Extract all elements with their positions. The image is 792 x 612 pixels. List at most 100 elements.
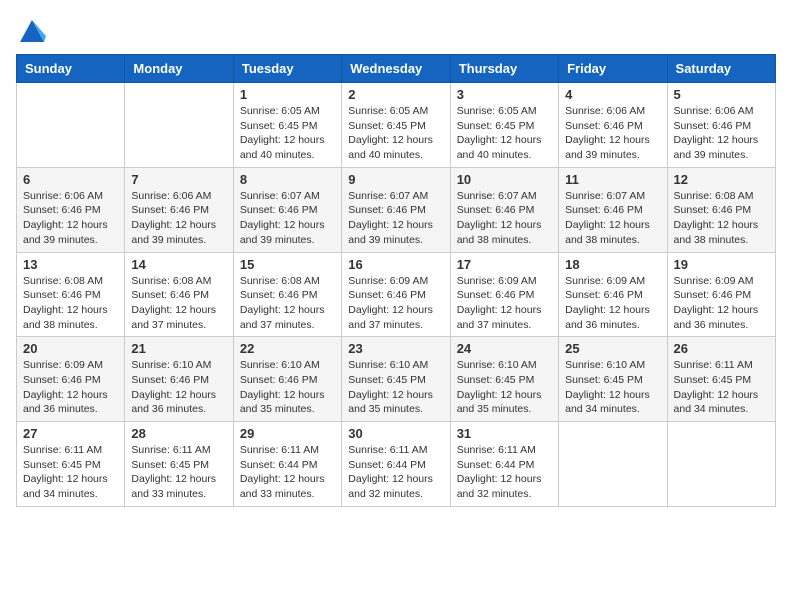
day-number: 9 [348, 172, 443, 187]
day-info: Sunrise: 6:11 AM Sunset: 6:45 PM Dayligh… [674, 358, 769, 417]
calendar-table: SundayMondayTuesdayWednesdayThursdayFrid… [16, 54, 776, 507]
day-info: Sunrise: 6:11 AM Sunset: 6:44 PM Dayligh… [240, 443, 335, 502]
calendar-day-cell: 19 Sunrise: 6:09 AM Sunset: 6:46 PM Dayli… [667, 252, 775, 337]
day-number: 16 [348, 257, 443, 272]
calendar-day-cell: 10 Sunrise: 6:07 AM Sunset: 6:46 PM Dayli… [450, 167, 558, 252]
calendar-day-cell: 8 Sunrise: 6:07 AM Sunset: 6:46 PM Daylig… [233, 167, 341, 252]
weekday-header: Thursday [450, 55, 558, 83]
day-number: 29 [240, 426, 335, 441]
day-number: 1 [240, 87, 335, 102]
day-info: Sunrise: 6:10 AM Sunset: 6:45 PM Dayligh… [348, 358, 443, 417]
day-info: Sunrise: 6:09 AM Sunset: 6:46 PM Dayligh… [348, 274, 443, 333]
calendar-day-cell: 17 Sunrise: 6:09 AM Sunset: 6:46 PM Dayli… [450, 252, 558, 337]
day-number: 27 [23, 426, 118, 441]
calendar-week-row: 13 Sunrise: 6:08 AM Sunset: 6:46 PM Dayli… [17, 252, 776, 337]
calendar-day-cell: 29 Sunrise: 6:11 AM Sunset: 6:44 PM Dayli… [233, 422, 341, 507]
day-number: 10 [457, 172, 552, 187]
day-info: Sunrise: 6:05 AM Sunset: 6:45 PM Dayligh… [457, 104, 552, 163]
day-number: 26 [674, 341, 769, 356]
day-info: Sunrise: 6:09 AM Sunset: 6:46 PM Dayligh… [23, 358, 118, 417]
day-number: 12 [674, 172, 769, 187]
calendar-day-cell [667, 422, 775, 507]
day-number: 20 [23, 341, 118, 356]
calendar-header-row: SundayMondayTuesdayWednesdayThursdayFrid… [17, 55, 776, 83]
day-info: Sunrise: 6:09 AM Sunset: 6:46 PM Dayligh… [457, 274, 552, 333]
day-info: Sunrise: 6:08 AM Sunset: 6:46 PM Dayligh… [674, 189, 769, 248]
calendar-day-cell: 25 Sunrise: 6:10 AM Sunset: 6:45 PM Dayli… [559, 337, 667, 422]
day-number: 8 [240, 172, 335, 187]
day-info: Sunrise: 6:06 AM Sunset: 6:46 PM Dayligh… [23, 189, 118, 248]
day-info: Sunrise: 6:06 AM Sunset: 6:46 PM Dayligh… [674, 104, 769, 163]
calendar-day-cell: 12 Sunrise: 6:08 AM Sunset: 6:46 PM Dayli… [667, 167, 775, 252]
day-number: 23 [348, 341, 443, 356]
day-info: Sunrise: 6:11 AM Sunset: 6:44 PM Dayligh… [457, 443, 552, 502]
day-info: Sunrise: 6:10 AM Sunset: 6:46 PM Dayligh… [240, 358, 335, 417]
day-info: Sunrise: 6:07 AM Sunset: 6:46 PM Dayligh… [457, 189, 552, 248]
calendar-day-cell: 4 Sunrise: 6:06 AM Sunset: 6:46 PM Daylig… [559, 83, 667, 168]
weekday-header: Monday [125, 55, 233, 83]
calendar-day-cell [17, 83, 125, 168]
calendar-day-cell: 22 Sunrise: 6:10 AM Sunset: 6:46 PM Dayli… [233, 337, 341, 422]
calendar-day-cell: 16 Sunrise: 6:09 AM Sunset: 6:46 PM Dayli… [342, 252, 450, 337]
day-info: Sunrise: 6:09 AM Sunset: 6:46 PM Dayligh… [565, 274, 660, 333]
calendar-week-row: 6 Sunrise: 6:06 AM Sunset: 6:46 PM Daylig… [17, 167, 776, 252]
day-info: Sunrise: 6:05 AM Sunset: 6:45 PM Dayligh… [240, 104, 335, 163]
calendar-day-cell: 26 Sunrise: 6:11 AM Sunset: 6:45 PM Dayli… [667, 337, 775, 422]
calendar-day-cell: 11Sunrise: 6:07 AM Sunset: 6:46 PM Dayli… [559, 167, 667, 252]
calendar-week-row: 20 Sunrise: 6:09 AM Sunset: 6:46 PM Dayli… [17, 337, 776, 422]
day-info: Sunrise: 6:07 AM Sunset: 6:46 PM Dayligh… [565, 189, 660, 248]
weekday-header: Saturday [667, 55, 775, 83]
calendar-day-cell: 13 Sunrise: 6:08 AM Sunset: 6:46 PM Dayli… [17, 252, 125, 337]
day-info: Sunrise: 6:11 AM Sunset: 6:44 PM Dayligh… [348, 443, 443, 502]
calendar-day-cell: 2 Sunrise: 6:05 AM Sunset: 6:45 PM Daylig… [342, 83, 450, 168]
day-number: 24 [457, 341, 552, 356]
day-info: Sunrise: 6:10 AM Sunset: 6:45 PM Dayligh… [565, 358, 660, 417]
calendar-day-cell [125, 83, 233, 168]
logo-icon [18, 16, 46, 44]
day-info: Sunrise: 6:07 AM Sunset: 6:46 PM Dayligh… [348, 189, 443, 248]
calendar-day-cell: 6 Sunrise: 6:06 AM Sunset: 6:46 PM Daylig… [17, 167, 125, 252]
day-number: 7 [131, 172, 226, 187]
calendar-day-cell: 3Sunrise: 6:05 AM Sunset: 6:45 PM Daylig… [450, 83, 558, 168]
weekday-header: Sunday [17, 55, 125, 83]
day-number: 31 [457, 426, 552, 441]
calendar-day-cell: 7 Sunrise: 6:06 AM Sunset: 6:46 PM Daylig… [125, 167, 233, 252]
calendar-day-cell: 15 Sunrise: 6:08 AM Sunset: 6:46 PM Dayli… [233, 252, 341, 337]
day-info: Sunrise: 6:08 AM Sunset: 6:46 PM Dayligh… [23, 274, 118, 333]
day-info: Sunrise: 6:07 AM Sunset: 6:46 PM Dayligh… [240, 189, 335, 248]
calendar-week-row: 27 Sunrise: 6:11 AM Sunset: 6:45 PM Dayli… [17, 422, 776, 507]
calendar-day-cell: 28 Sunrise: 6:11 AM Sunset: 6:45 PM Dayli… [125, 422, 233, 507]
day-info: Sunrise: 6:08 AM Sunset: 6:46 PM Dayligh… [240, 274, 335, 333]
calendar-week-row: 1 Sunrise: 6:05 AM Sunset: 6:45 PM Daylig… [17, 83, 776, 168]
day-number: 4 [565, 87, 660, 102]
day-number: 15 [240, 257, 335, 272]
weekday-header: Wednesday [342, 55, 450, 83]
calendar-day-cell: 1 Sunrise: 6:05 AM Sunset: 6:45 PM Daylig… [233, 83, 341, 168]
day-number: 2 [348, 87, 443, 102]
weekday-header: Tuesday [233, 55, 341, 83]
day-info: Sunrise: 6:06 AM Sunset: 6:46 PM Dayligh… [565, 104, 660, 163]
day-info: Sunrise: 6:09 AM Sunset: 6:46 PM Dayligh… [674, 274, 769, 333]
day-number: 6 [23, 172, 118, 187]
day-info: Sunrise: 6:11 AM Sunset: 6:45 PM Dayligh… [131, 443, 226, 502]
calendar-day-cell [559, 422, 667, 507]
day-info: Sunrise: 6:06 AM Sunset: 6:46 PM Dayligh… [131, 189, 226, 248]
calendar-day-cell: 31 Sunrise: 6:11 AM Sunset: 6:44 PM Dayli… [450, 422, 558, 507]
day-number: 22 [240, 341, 335, 356]
day-number: 28 [131, 426, 226, 441]
calendar-day-cell: 9 Sunrise: 6:07 AM Sunset: 6:46 PM Daylig… [342, 167, 450, 252]
day-number: 17 [457, 257, 552, 272]
day-info: Sunrise: 6:10 AM Sunset: 6:45 PM Dayligh… [457, 358, 552, 417]
day-info: Sunrise: 6:05 AM Sunset: 6:45 PM Dayligh… [348, 104, 443, 163]
calendar-day-cell: 24 Sunrise: 6:10 AM Sunset: 6:45 PM Dayli… [450, 337, 558, 422]
calendar-day-cell: 14Sunrise: 6:08 AM Sunset: 6:46 PM Dayli… [125, 252, 233, 337]
day-info: Sunrise: 6:11 AM Sunset: 6:45 PM Dayligh… [23, 443, 118, 502]
calendar-day-cell: 30Sunrise: 6:11 AM Sunset: 6:44 PM Dayli… [342, 422, 450, 507]
day-number: 5 [674, 87, 769, 102]
day-number: 19 [674, 257, 769, 272]
day-number: 13 [23, 257, 118, 272]
day-number: 21 [131, 341, 226, 356]
page-header [16, 16, 776, 44]
day-info: Sunrise: 6:10 AM Sunset: 6:46 PM Dayligh… [131, 358, 226, 417]
day-number: 25 [565, 341, 660, 356]
